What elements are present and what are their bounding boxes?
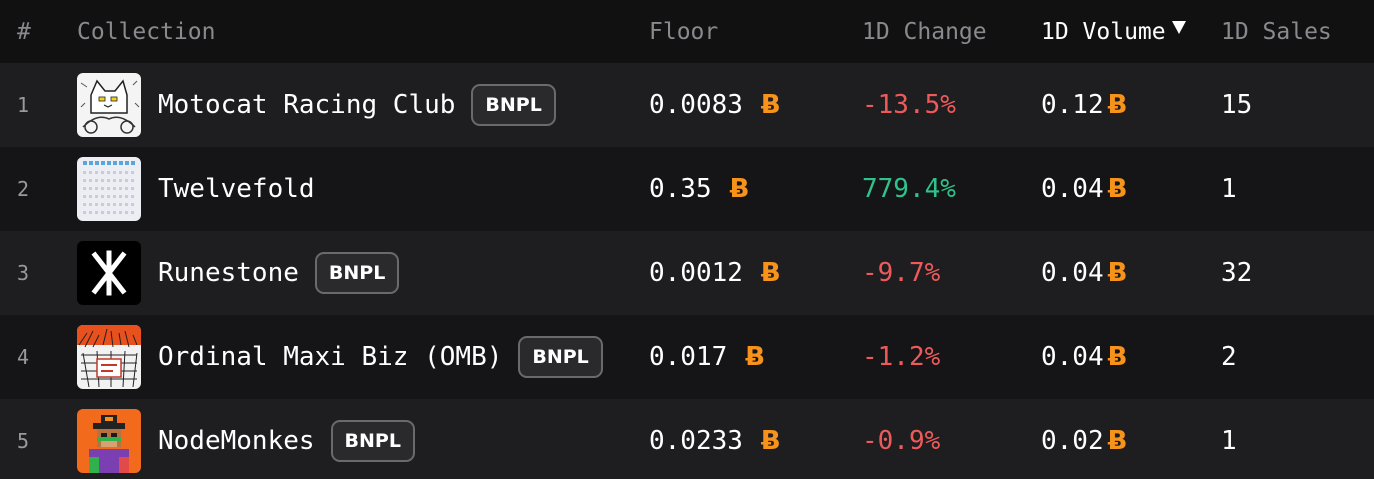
collection-name[interactable]: Motocat Racing Club (158, 90, 455, 120)
sales-cell: 32 (1221, 258, 1253, 288)
omb-thumb-icon (77, 325, 141, 389)
motocat-thumb-icon (77, 73, 141, 137)
bitcoin-icon: Ƀ (1107, 174, 1128, 204)
volume-cell: 0.04 Ƀ (1041, 315, 1127, 399)
collection-cell[interactable]: Twelvefold (77, 147, 315, 231)
rank-cell: 3 (17, 261, 30, 285)
volume-value: 0.02 (1041, 426, 1104, 456)
bitcoin-icon: Ƀ (1107, 90, 1128, 120)
bnpl-badge: BNPL (314, 252, 400, 294)
volume-value: 0.04 (1041, 258, 1104, 288)
bnpl-badge: BNPL (471, 84, 556, 126)
floor-value: 0.0012 (649, 258, 743, 288)
floor-cell: 0.017 Ƀ (649, 315, 765, 399)
rank-cell: 4 (17, 345, 30, 369)
collection-cell[interactable]: Motocat Racing Club BNPL (77, 63, 556, 147)
bitcoin-icon: Ƀ (1107, 258, 1128, 288)
bnpl-badge: BNPL (518, 336, 603, 378)
header-change[interactable]: 1D Change (862, 18, 987, 46)
volume-cell: 0.04 Ƀ (1041, 147, 1127, 231)
floor-value: 0.017 (649, 342, 728, 372)
floor-value: 0.0083 (649, 90, 743, 120)
bitcoin-icon: Ƀ (1107, 426, 1128, 456)
header-rank: # (17, 19, 31, 45)
bitcoin-icon: Ƀ (760, 90, 781, 120)
change-cell: 779.4% (862, 174, 956, 204)
twelvefold-thumb-icon (77, 157, 141, 221)
sales-cell: 2 (1221, 342, 1237, 372)
change-cell: -1.2% (862, 342, 941, 372)
change-cell: -13.5% (862, 90, 956, 120)
bnpl-badge: BNPL (330, 420, 415, 462)
collection-cell[interactable]: Runestone BNPL (77, 231, 400, 315)
bitcoin-icon: Ƀ (745, 342, 766, 372)
collection-name[interactable]: NodeMonkes (158, 426, 315, 456)
rank-cell: 5 (17, 429, 30, 453)
bitcoin-icon: Ƀ (760, 426, 781, 456)
header-sales[interactable]: 1D Sales (1221, 18, 1332, 46)
rank-cell: 2 (17, 177, 30, 201)
runestone-thumb-icon (77, 241, 141, 305)
collections-table: # Collection Floor 1D Change 1D Volume 1… (0, 0, 1374, 479)
sort-desc-icon (1171, 21, 1186, 34)
header-floor[interactable]: Floor (649, 18, 718, 46)
table-row[interactable]: 1 Motocat Racing Club BNPL 0.0083Ƀ -13. (0, 63, 1374, 147)
floor-cell: 0.0233 Ƀ (649, 399, 781, 479)
volume-value: 0.12 (1041, 90, 1104, 120)
table-row[interactable]: 5 NodeMonkes BNPL 0.0233 Ƀ -0.9% 0.02 Ƀ … (0, 399, 1374, 479)
floor-value: 0.0233 (649, 426, 743, 456)
collection-name[interactable]: Ordinal Maxi Biz (OMB) (158, 342, 502, 372)
volume-value: 0.04 (1041, 342, 1104, 372)
table-row[interactable]: 3 Runestone BNPL 0.0012 Ƀ -9.7% 0.04 Ƀ 32 (0, 231, 1374, 315)
volume-cell: 0.12 Ƀ (1041, 63, 1127, 147)
header-volume-sorted[interactable]: 1D Volume (1041, 18, 1186, 46)
volume-value: 0.04 (1041, 174, 1104, 204)
sales-cell: 1 (1221, 426, 1237, 456)
header-volume-label: 1D Volume (1041, 19, 1166, 45)
collection-cell[interactable]: NodeMonkes BNPL (77, 399, 415, 479)
volume-cell: 0.02 Ƀ (1041, 399, 1127, 479)
header-collection[interactable]: Collection (77, 18, 215, 46)
bitcoin-icon: Ƀ (760, 258, 781, 288)
change-cell: -0.9% (862, 426, 941, 456)
change-cell: -9.7% (862, 258, 941, 288)
floor-value: 0.35 (649, 174, 712, 204)
floor-cell: 0.35 Ƀ (649, 147, 749, 231)
sales-cell: 15 (1221, 90, 1253, 120)
bitcoin-icon: Ƀ (729, 174, 750, 204)
nodemonkes-thumb-icon (77, 409, 141, 473)
sales-cell: 1 (1221, 174, 1237, 204)
collection-cell[interactable]: Ordinal Maxi Biz (OMB) BNPL (77, 315, 603, 399)
collection-name[interactable]: Runestone (158, 258, 299, 288)
bitcoin-icon: Ƀ (1107, 342, 1128, 372)
table-row[interactable]: 4 Ordinal Maxi Biz (OMB) BNPL 0.017 Ƀ -1… (0, 315, 1374, 399)
collection-name[interactable]: Twelvefold (158, 174, 315, 204)
rank-cell: 1 (17, 93, 30, 117)
floor-cell: 0.0083 Ƀ (649, 63, 781, 147)
table-row[interactable]: 2 Twelvefold 0.35 Ƀ 779.4% 0.04 Ƀ 1 (0, 147, 1374, 231)
table-header: # Collection Floor 1D Change 1D Volume 1… (0, 0, 1374, 63)
volume-cell: 0.04 Ƀ (1041, 231, 1127, 315)
floor-cell: 0.0012 Ƀ (649, 231, 781, 315)
